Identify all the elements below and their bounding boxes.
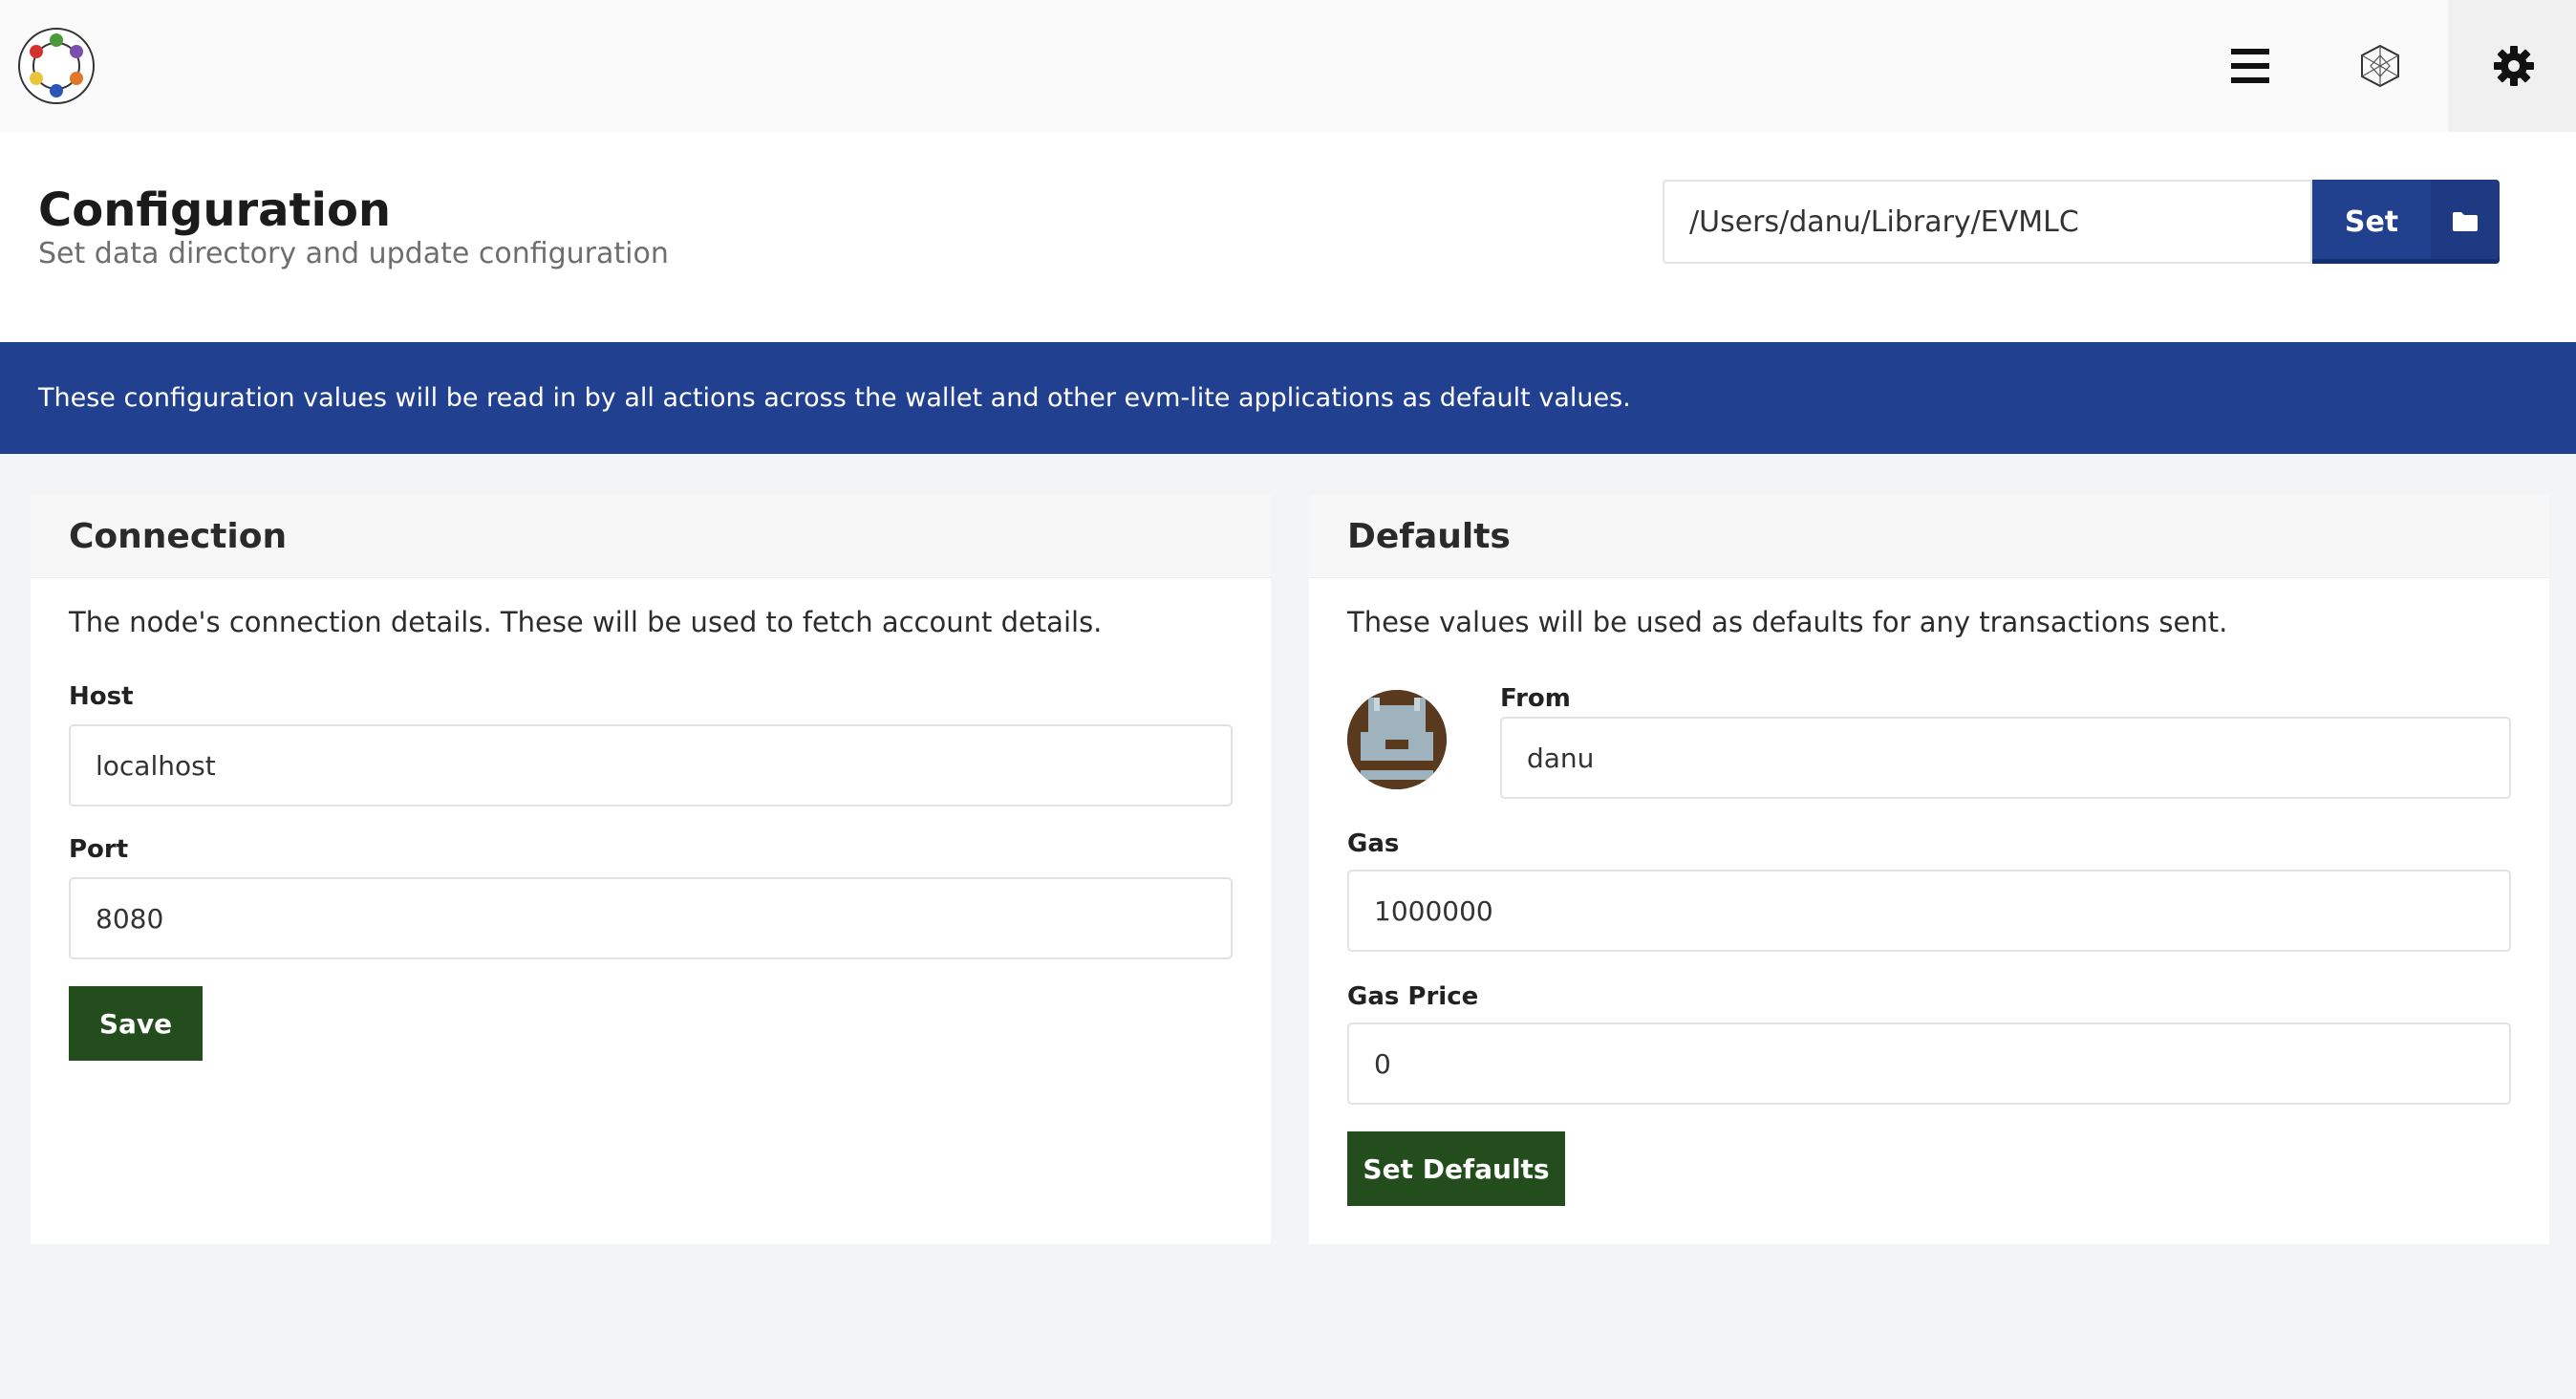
port-input[interactable] — [69, 877, 1233, 959]
hamburger-menu-icon — [2231, 49, 2269, 83]
defaults-card-title: Defaults — [1309, 495, 2549, 578]
connection-description: The node's connection details. These wil… — [69, 606, 1103, 638]
menu-button[interactable] — [2184, 0, 2316, 132]
defaults-description: These values will be used as defaults fo… — [1347, 606, 2228, 638]
page-header: Configuration Set data directory and upd… — [0, 132, 2576, 342]
page-subtitle: Set data directory and update configurat… — [38, 237, 669, 270]
settings-button[interactable] — [2448, 0, 2576, 132]
defaults-card: Defaults These values will be used as de… — [1309, 495, 2549, 1244]
top-navbar — [0, 0, 2576, 132]
connection-card-title: Connection — [31, 495, 1271, 578]
folder-icon — [2453, 212, 2478, 231]
page-title: Configuration — [38, 183, 392, 237]
from-input[interactable] — [1500, 717, 2511, 799]
gas-price-label: Gas Price — [1347, 982, 1479, 1011]
save-button[interactable]: Save — [69, 986, 203, 1061]
gas-label: Gas — [1347, 829, 1400, 858]
gas-price-input[interactable] — [1347, 1022, 2511, 1105]
from-label: From — [1500, 684, 1571, 713]
hexagon-network-icon — [2361, 44, 2399, 88]
network-button[interactable] — [2314, 0, 2446, 132]
data-directory-input[interactable] — [1663, 180, 2312, 264]
connection-card: Connection The node's connection details… — [31, 495, 1271, 1244]
port-label: Port — [69, 835, 129, 864]
browse-folder-button[interactable] — [2431, 180, 2500, 264]
set-defaults-button[interactable]: Set Defaults — [1347, 1131, 1565, 1206]
info-banner-text: These configuration values will be read … — [38, 383, 1631, 413]
gear-icon — [2494, 46, 2534, 86]
app-logo[interactable] — [17, 27, 96, 105]
info-banner: These configuration values will be read … — [0, 342, 2576, 454]
account-avatar — [1347, 690, 1447, 789]
gas-input[interactable] — [1347, 870, 2511, 952]
set-directory-button[interactable]: Set — [2312, 180, 2431, 264]
host-input[interactable] — [69, 724, 1233, 807]
host-label: Host — [69, 682, 134, 711]
